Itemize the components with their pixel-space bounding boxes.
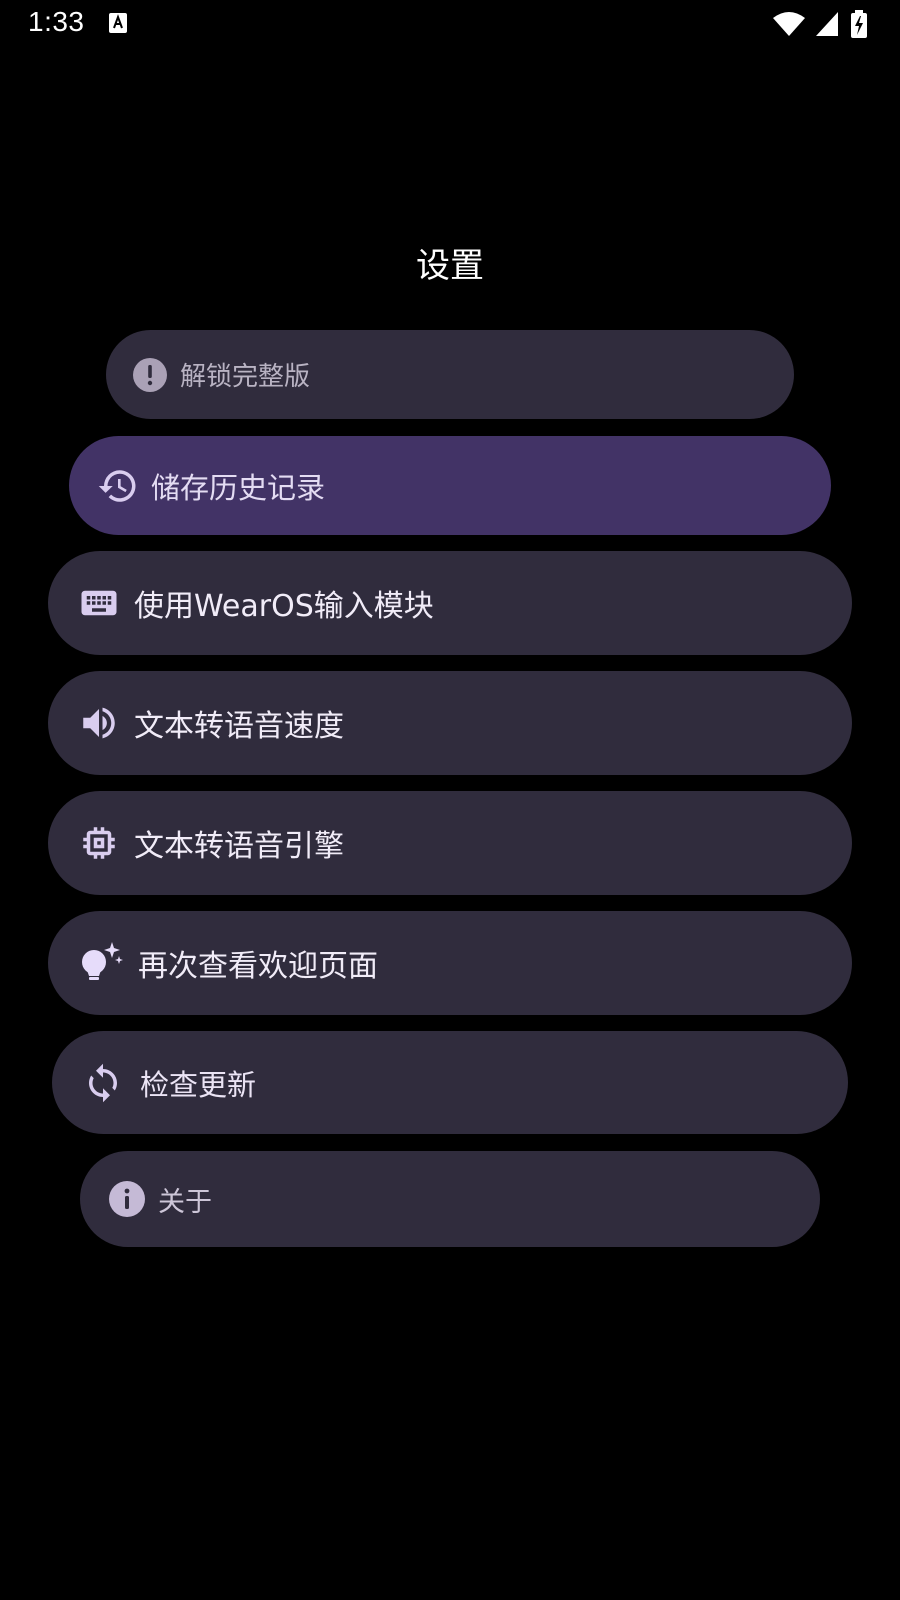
chip-label: 使用WearOS输入模块: [134, 589, 434, 624]
status-icons: [772, 10, 872, 38]
info-icon: [108, 1180, 146, 1218]
wifi-icon: [773, 12, 805, 36]
chip-label: 关于: [158, 1186, 212, 1218]
unlock-full-version-button[interactable]: 解锁完整版: [106, 330, 794, 419]
about-button[interactable]: 关于: [80, 1151, 820, 1247]
keyboard-icon: [78, 582, 120, 624]
welcome-page-button[interactable]: 再次查看欢迎页面: [48, 911, 852, 1015]
chip-label: 再次查看欢迎页面: [138, 949, 378, 984]
a-letter-icon: [108, 12, 128, 34]
chip-label: 解锁完整版: [180, 362, 311, 392]
tts-speed-button[interactable]: 文本转语音速度: [48, 671, 852, 775]
chip-label: 检查更新: [140, 1067, 257, 1102]
cell-signal-icon: [816, 12, 838, 36]
check-updates-button[interactable]: 检查更新: [52, 1031, 848, 1134]
volume-icon: [78, 702, 120, 744]
sync-icon: [82, 1062, 124, 1104]
status-bar: 1:33: [0, 0, 900, 50]
save-history-button[interactable]: 储存历史记录: [69, 436, 831, 535]
chip-label: 储存历史记录: [151, 470, 326, 505]
chip-label: 文本转语音速度: [134, 709, 344, 744]
status-time: 1:33: [28, 6, 85, 37]
exclamation-circle-icon: [132, 357, 168, 393]
tts-engine-button[interactable]: 文本转语音引擎: [48, 791, 852, 895]
wearos-input-module-button[interactable]: 使用WearOS输入模块: [48, 551, 852, 655]
lightbulb-sparkle-icon: [78, 940, 124, 986]
battery-charging-icon: [851, 10, 867, 38]
chip-label: 文本转语音引擎: [134, 829, 344, 864]
page-title: 设置: [416, 246, 484, 286]
history-icon: [97, 465, 139, 507]
chip-icon: [78, 822, 120, 864]
